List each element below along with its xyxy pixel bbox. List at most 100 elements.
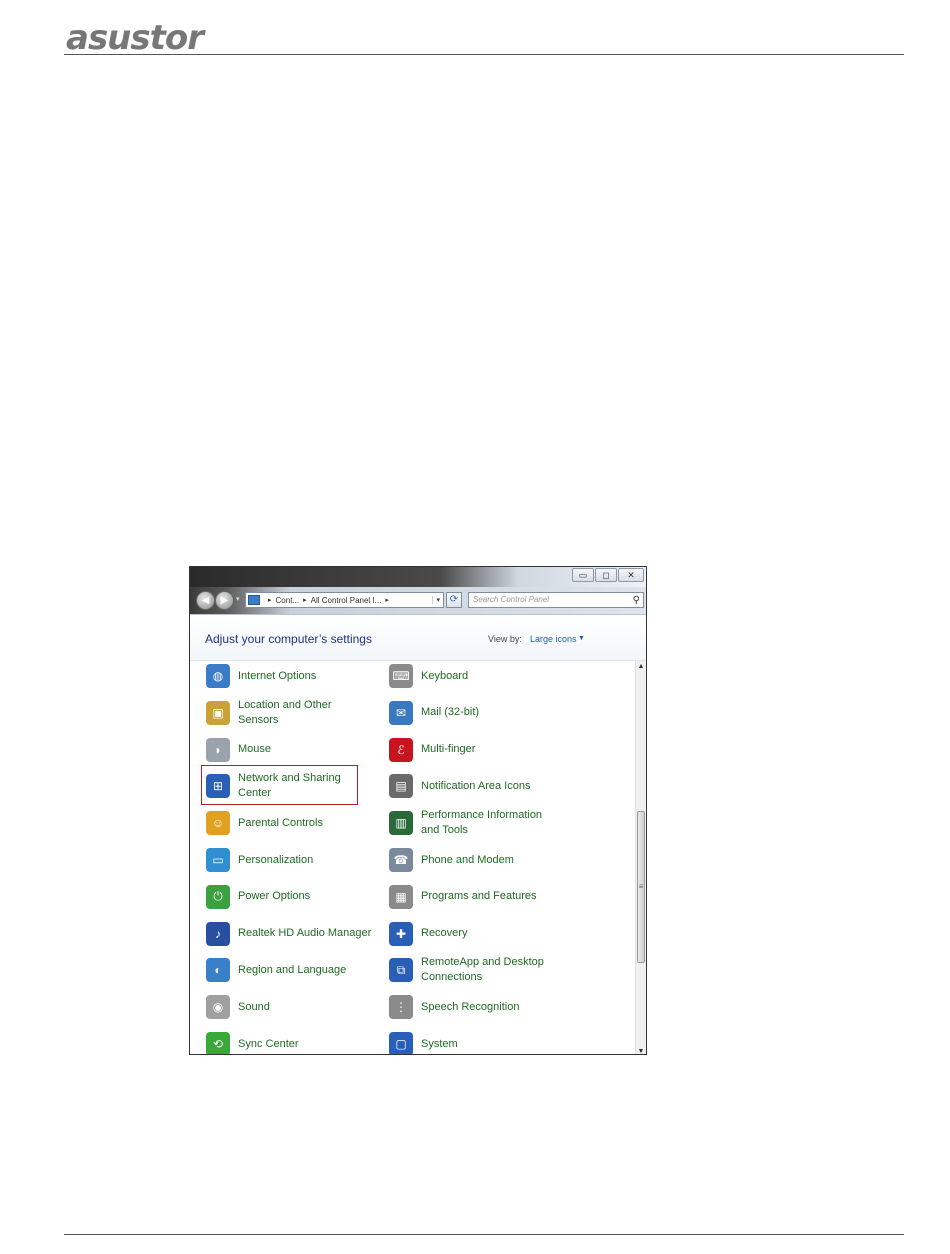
- control-panel-item-label: Phone and Modem: [421, 853, 514, 866]
- control-panel-item[interactable]: ◉ Sound: [206, 992, 270, 1022]
- search-input[interactable]: Search Control Panel ⚲: [468, 592, 644, 608]
- control-panel-item[interactable]: ⟲ Sync Center: [206, 1029, 299, 1054]
- vertical-scrollbar[interactable]: ▲ ≡ ▼: [635, 661, 646, 1054]
- mail-icon: ✉: [389, 700, 413, 725]
- control-panel-item-label: Notification Area Icons: [421, 779, 531, 792]
- keyboard-icon: ⌨: [389, 664, 413, 688]
- address-bar[interactable]: ▸ Cont... ▸ All Control Panel I... ▸ ▾: [245, 592, 444, 608]
- breadcrumb-item-all-items[interactable]: All Control Panel I...: [311, 596, 382, 605]
- control-panel-item[interactable]: ▦ Programs and Features: [389, 882, 537, 912]
- control-panel-item-label: Performance Information and Tools: [421, 809, 543, 837]
- control-panel-items: ◍ Internet Options ▣ Location and Other Sen…: [190, 661, 635, 1054]
- control-panel-item[interactable]: ▭ Personalization: [206, 845, 313, 875]
- phone-modem-icon: ☎: [389, 848, 413, 872]
- control-panel-item[interactable]: ▢ System: [389, 1029, 458, 1054]
- notification-area-icon: ▤: [389, 774, 413, 799]
- breadcrumb-separator-icon[interactable]: ▸: [303, 596, 307, 604]
- address-dropdown-icon[interactable]: ▾: [432, 596, 443, 604]
- control-panel-item[interactable]: ☺ Parental Controls: [206, 808, 323, 838]
- view-by-dropdown[interactable]: Large icons: [530, 634, 577, 644]
- control-panel-item-label: Sync Center: [238, 1037, 299, 1050]
- performance-info-icon: ▥: [389, 811, 413, 836]
- control-panel-item-label: Mail (32-bit): [421, 706, 480, 719]
- chevron-down-icon[interactable]: ▼: [578, 635, 585, 642]
- multi-finger-icon: ℰ: [389, 737, 413, 762]
- parental-controls-icon: ☺: [206, 811, 230, 836]
- control-panel-item[interactable]: ⋮ Speech Recognition: [389, 992, 519, 1022]
- control-panel-item[interactable]: ☎ Phone and Modem: [389, 845, 514, 875]
- internet-options-icon: ◍: [206, 664, 230, 688]
- brand-logo: asustor: [66, 18, 204, 58]
- control-panel-item-label: Power Options: [238, 890, 311, 903]
- scroll-down-icon[interactable]: ▼: [636, 1048, 646, 1054]
- control-panel-item-label: Parental Controls: [238, 816, 323, 829]
- page-title: Adjust your computer’s settings: [205, 632, 372, 646]
- remoteapp-icon: ⧉: [389, 958, 413, 983]
- minimize-button[interactable]: ▭: [572, 568, 594, 582]
- control-panel-item-label: Speech Recognition: [421, 1000, 520, 1013]
- control-panel-item[interactable]: ◗ Mouse: [206, 735, 271, 765]
- control-panel-item[interactable]: ♪ Realtek HD Audio Manager: [206, 919, 371, 949]
- back-button[interactable]: ◀: [196, 591, 215, 610]
- control-panel-item-label: Mouse: [238, 743, 272, 756]
- control-panel-item-label: System: [421, 1037, 458, 1050]
- control-panel-item[interactable]: ▣ Location and Other Sensors: [206, 698, 332, 728]
- close-button[interactable]: ✕: [618, 568, 644, 582]
- search-icon[interactable]: ⚲: [633, 594, 640, 608]
- scroll-up-icon[interactable]: ▲: [636, 663, 646, 670]
- system-icon: ▢: [389, 1032, 413, 1054]
- window-controls: ▭ ◻ ✕: [572, 568, 644, 582]
- header-divider: [64, 54, 904, 55]
- control-panel-item-label: Internet Options: [238, 669, 317, 682]
- grip-icon: ≡: [638, 882, 644, 891]
- control-panel-item-label: Programs and Features: [421, 890, 537, 903]
- control-panel-item-label: Region and Language: [238, 963, 347, 976]
- breadcrumb-separator-icon[interactable]: ▸: [385, 596, 389, 604]
- control-panel-item[interactable]: ✚ Recovery: [389, 919, 467, 949]
- control-panel-item[interactable]: ◍ Internet Options: [206, 661, 316, 691]
- view-by-label: View by:: [488, 634, 522, 644]
- maximize-button[interactable]: ◻: [595, 568, 617, 582]
- control-panel-item-label: Personalization: [238, 853, 314, 866]
- control-panel-icon: [248, 595, 260, 605]
- control-panel-item-label: RemoteApp and Desktop Connections: [421, 956, 544, 984]
- control-panel-item[interactable]: ✉ Mail (32-bit): [389, 698, 479, 728]
- personalization-icon: ▭: [206, 848, 230, 872]
- control-panel-item[interactable]: ◐ Region and Language: [206, 955, 346, 985]
- footer-divider: [64, 1234, 904, 1235]
- refresh-button[interactable]: ⟳: [446, 592, 462, 608]
- breadcrumb-separator-icon[interactable]: ▸: [268, 596, 272, 604]
- speech-recognition-icon: ⋮: [389, 995, 413, 1020]
- control-panel-item[interactable]: ▤ Notification Area Icons: [389, 771, 530, 801]
- mouse-icon: ◗: [206, 737, 230, 762]
- control-panel-item-label: Location and Other Sensors: [238, 698, 332, 726]
- programs-features-icon: ▦: [389, 884, 413, 909]
- search-placeholder: Search Control Panel: [473, 595, 550, 604]
- control-panel-item[interactable]: ℰ Multi-finger: [389, 735, 475, 765]
- control-panel-window: ▭ ◻ ✕ ◀ ▶ ▾ ▸ Cont... ▸ All Control Pane…: [189, 566, 647, 1055]
- sync-center-icon: ⟲: [206, 1032, 230, 1054]
- title-bar[interactable]: ▭ ◻ ✕: [190, 567, 646, 587]
- control-panel-item[interactable]: ▥ Performance Information and Tools: [389, 808, 542, 838]
- recent-pages-dropdown[interactable]: ▾: [236, 595, 240, 603]
- forward-button[interactable]: ▶: [215, 591, 234, 610]
- control-panel-item[interactable]: ⧉ RemoteApp and Desktop Connections: [389, 955, 544, 985]
- power-options-icon: ⏻: [206, 884, 230, 909]
- control-panel-item-label: Realtek HD Audio Manager: [238, 927, 372, 940]
- control-panel-item-label: Keyboard: [421, 669, 469, 682]
- content-header: Adjust your computer’s settings View by:…: [190, 615, 646, 661]
- scroll-thumb[interactable]: ≡: [637, 811, 645, 963]
- location-sensors-icon: ▣: [206, 700, 230, 725]
- realtek-audio-icon: ♪: [206, 921, 230, 946]
- region-language-icon: ◐: [206, 958, 230, 983]
- navigation-toolbar: ◀ ▶ ▾ ▸ Cont... ▸ All Control Panel I...…: [190, 587, 646, 614]
- control-panel-item-label: Recovery: [421, 927, 468, 940]
- control-panel-item-label: Sound: [238, 1000, 270, 1013]
- highlight-box: [201, 765, 358, 805]
- breadcrumb-item-control-panel[interactable]: Cont...: [276, 596, 300, 605]
- recovery-icon: ✚: [389, 921, 413, 946]
- control-panel-item[interactable]: ⏻ Power Options: [206, 882, 310, 912]
- content-pane: Adjust your computer’s settings View by:…: [190, 614, 646, 1054]
- control-panel-item[interactable]: ⌨ Keyboard: [389, 661, 468, 691]
- sound-icon: ◉: [206, 995, 230, 1020]
